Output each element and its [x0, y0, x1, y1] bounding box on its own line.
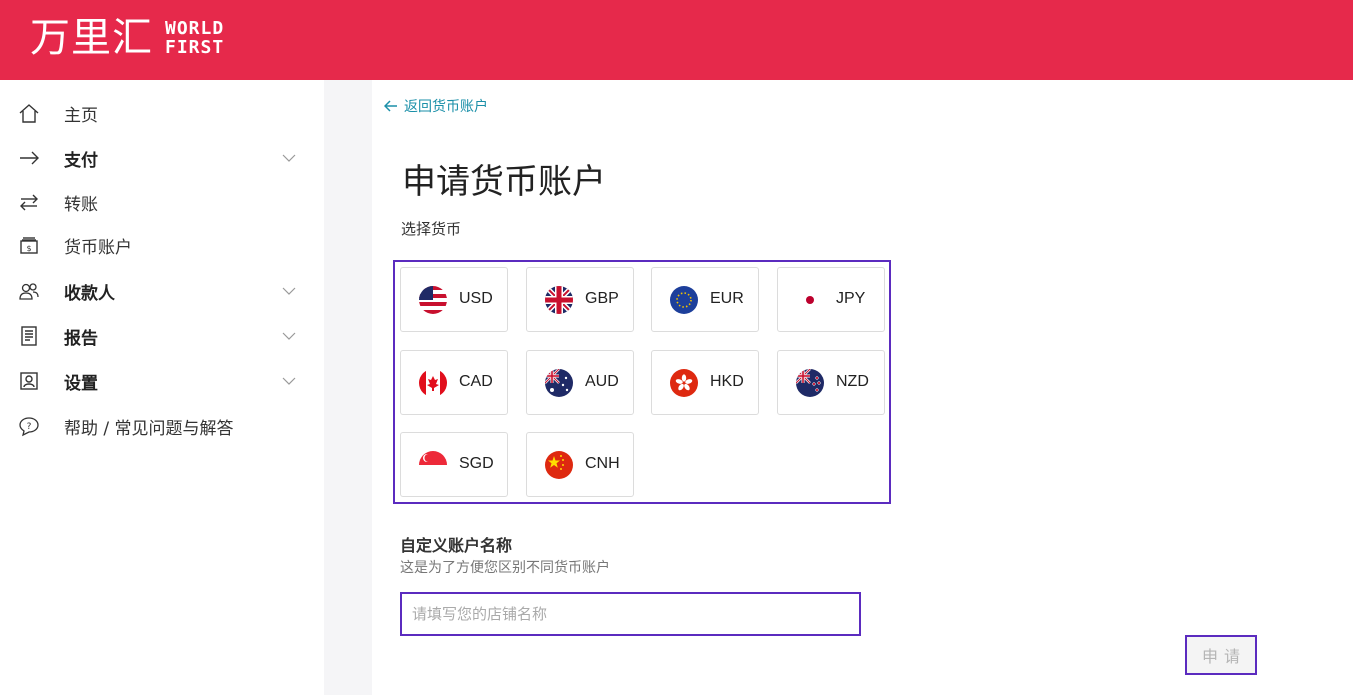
home-icon [16, 100, 42, 126]
sidebar-item-payees[interactable]: 收款人 [0, 273, 324, 309]
currency-code: GBP [585, 290, 619, 307]
sidebar-item-home[interactable]: 主页 [0, 95, 324, 131]
currency-code: CAD [459, 373, 493, 390]
currency-code: HKD [710, 373, 744, 390]
hk-flag-icon [670, 369, 698, 397]
sidebar-item-label: 设置 [64, 373, 98, 394]
apply-button[interactable]: 申请 [1185, 635, 1257, 675]
currency-option-jpy[interactable]: JPY [777, 267, 885, 332]
help-icon: ? [16, 413, 42, 439]
sidebar-item-settings[interactable]: 设置 [0, 363, 324, 399]
sidebar-item-label: 主页 [64, 105, 98, 126]
currency-code: NZD [836, 373, 869, 390]
currency-option-aud[interactable]: AUD [526, 350, 634, 415]
report-icon [16, 323, 42, 349]
currency-selector: USD GBP EUR JPY CAD AUD HKD NZD SGD CNH [393, 260, 891, 504]
sidebar: 主页 支付 转账 $ 货币账户 收款人 报告 设置 ? 帮助 / 常见问题与解答 [0, 80, 324, 695]
currency-option-cad[interactable]: CAD [400, 350, 508, 415]
currency-option-hkd[interactable]: HKD [651, 350, 759, 415]
arrow-right-icon [16, 145, 42, 171]
sidebar-item-label: 转账 [64, 194, 98, 215]
svg-text:?: ? [27, 422, 32, 432]
custom-account-name-label: 自定义账户名称 [400, 536, 513, 555]
arrow-left-icon [384, 100, 397, 112]
brand-name-cn: 万里汇 [30, 15, 153, 61]
select-currency-label: 选择货币 [401, 220, 462, 238]
custom-account-name-input[interactable] [400, 592, 861, 636]
jp-flag-icon [796, 286, 824, 314]
cn-flag-icon [545, 451, 573, 479]
sidebar-item-label: 报告 [64, 328, 98, 349]
chevron-down-icon[interactable] [281, 373, 297, 389]
currency-code: JPY [836, 290, 866, 307]
main-panel: 返回货币账户 申请货币账户 选择货币 USD GBP EUR JPY CAD A… [372, 80, 1353, 695]
chevron-down-icon[interactable] [281, 283, 297, 299]
us-flag-icon [419, 286, 447, 314]
nz-flag-icon [796, 369, 824, 397]
currency-option-eur[interactable]: EUR [651, 267, 759, 332]
eu-flag-icon [670, 286, 698, 314]
currency-code: SGD [459, 455, 494, 472]
back-to-currency-accounts-link[interactable]: 返回货币账户 [384, 96, 488, 116]
currency-option-cnh[interactable]: CNH [526, 432, 634, 497]
sg-flag-icon [419, 451, 447, 479]
sidebar-item-currency-accounts[interactable]: $ 货币账户 [0, 227, 324, 263]
sidebar-item-reports[interactable]: 报告 [0, 318, 324, 354]
au-flag-icon [545, 369, 573, 397]
currency-code: AUD [585, 373, 619, 390]
currency-option-usd[interactable]: USD [400, 267, 508, 332]
currency-code: CNH [585, 455, 620, 472]
people-icon [16, 278, 42, 304]
chevron-down-icon[interactable] [281, 150, 297, 166]
back-link-label: 返回货币账户 [404, 99, 488, 115]
sidebar-item-label: 帮助 / 常见问题与解答 [64, 418, 234, 439]
custom-account-name-hint: 这是为了方便您区别不同货币账户 [400, 560, 610, 576]
settings-icon [16, 368, 42, 394]
sidebar-item-label: 支付 [64, 150, 98, 171]
sidebar-item-label: 收款人 [64, 283, 115, 304]
gb-flag-icon [545, 286, 573, 314]
sidebar-item-payment[interactable]: 支付 [0, 140, 324, 176]
brand-logo[interactable]: 万里汇 WORLD FIRST [30, 14, 224, 62]
svg-text:$: $ [26, 244, 31, 253]
sidebar-item-help[interactable]: ? 帮助 / 常见问题与解答 [0, 408, 324, 444]
currency-option-nzd[interactable]: NZD [777, 350, 885, 415]
sidebar-item-transfer[interactable]: 转账 [0, 184, 324, 220]
currency-option-sgd[interactable]: SGD [400, 432, 508, 497]
top-bar: 万里汇 WORLD FIRST [0, 0, 1353, 80]
wallet-icon: $ [16, 232, 42, 258]
currency-option-gbp[interactable]: GBP [526, 267, 634, 332]
currency-code: EUR [710, 290, 744, 307]
ca-flag-icon [419, 369, 447, 397]
transfer-icon [16, 189, 42, 215]
brand-name-en: WORLD FIRST [165, 18, 225, 58]
currency-code: USD [459, 290, 493, 307]
sidebar-item-label: 货币账户 [64, 237, 132, 258]
chevron-down-icon[interactable] [281, 328, 297, 344]
page-title: 申请货币账户 [402, 162, 606, 202]
